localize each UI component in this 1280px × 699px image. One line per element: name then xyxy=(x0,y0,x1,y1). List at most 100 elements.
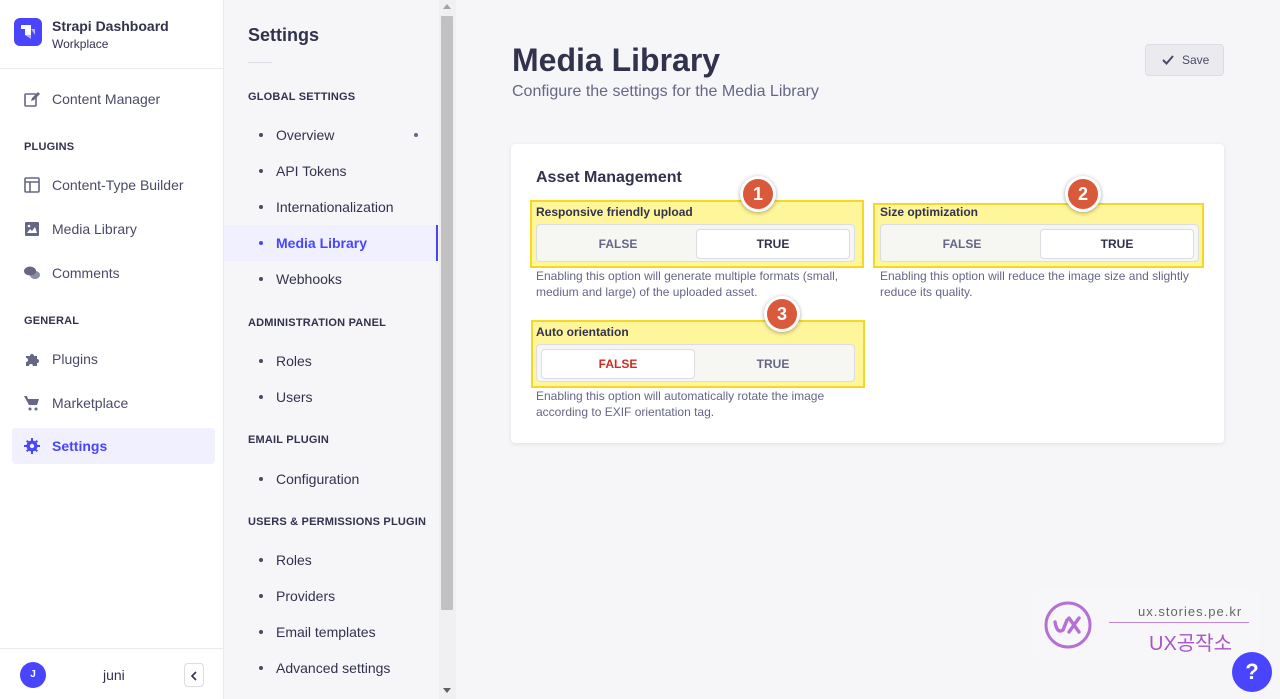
ux-logo-icon xyxy=(1043,600,1095,650)
nav-item-content-manager[interactable]: Content Manager xyxy=(12,81,215,117)
scroll-thumb[interactable] xyxy=(441,16,453,610)
section-users-permissions: USERS & PERMISSIONS PLUGIN xyxy=(248,516,427,528)
bullet-icon xyxy=(259,395,263,399)
settings-item-roles[interactable]: Roles xyxy=(224,343,438,379)
nav-item-plugins[interactable]: Plugins xyxy=(12,341,215,377)
bullet-icon xyxy=(259,241,263,245)
settings-item-api-tokens[interactable]: API Tokens xyxy=(224,153,438,189)
divider xyxy=(1109,622,1249,623)
settings-item-up-roles[interactable]: Roles xyxy=(224,542,438,578)
auto-orientation-label: Auto orientation xyxy=(536,325,629,339)
annotation-marker: 3 xyxy=(764,296,800,332)
responsive-upload-hint: Enabling this option will generate multi… xyxy=(536,269,839,299)
settings-item-webhooks[interactable]: Webhooks xyxy=(224,261,438,297)
settings-item-label: Providers xyxy=(276,588,336,604)
settings-item-label: Roles xyxy=(276,353,312,369)
nav-item-content-type-builder[interactable]: Content-Type Builder xyxy=(12,167,215,203)
gear-icon xyxy=(24,438,40,454)
layout-icon xyxy=(24,177,40,193)
brand-header: Strapi Dashboard Workplace xyxy=(0,0,223,69)
responsive-upload-false-option[interactable]: FALSE xyxy=(541,229,695,259)
brand-title: Strapi Dashboard xyxy=(52,18,169,34)
nav-label: Media Library xyxy=(52,221,137,237)
bullet-icon xyxy=(259,630,263,634)
puzzle-icon xyxy=(24,351,40,367)
responsive-upload-label: Responsive friendly upload xyxy=(536,205,693,219)
strapi-logo-icon xyxy=(14,18,42,46)
nav-item-marketplace[interactable]: Marketplace xyxy=(12,385,215,421)
scroll-up-icon[interactable] xyxy=(443,4,451,9)
settings-item-media-library[interactable]: Media Library xyxy=(224,225,438,261)
bullet-icon xyxy=(259,594,263,598)
notification-dot-icon xyxy=(414,133,418,137)
annotation-marker: 2 xyxy=(1065,176,1101,212)
nav-item-settings[interactable]: Settings xyxy=(12,428,215,464)
nav-label: Marketplace xyxy=(52,395,129,411)
nav-label: Content-Type Builder xyxy=(52,177,184,193)
nav-item-media-library[interactable]: Media Library xyxy=(12,211,215,247)
size-optimization-toggle[interactable]: FALSE TRUE xyxy=(880,224,1199,262)
settings-item-advanced-settings[interactable]: Advanced settings xyxy=(224,650,438,686)
settings-item-label: Configuration xyxy=(276,471,360,487)
settings-item-overview[interactable]: Overview xyxy=(224,117,438,153)
settings-item-configuration[interactable]: Configuration xyxy=(224,461,438,497)
nav-label: Settings xyxy=(52,438,108,454)
nav-label: Plugins xyxy=(52,351,98,367)
size-optimization-false-option[interactable]: FALSE xyxy=(885,229,1039,259)
settings-item-users[interactable]: Users xyxy=(224,379,438,415)
size-optimization-hint: Enabling this option will reduce the ima… xyxy=(880,269,1189,299)
auto-orientation-toggle[interactable]: FALSE TRUE xyxy=(536,344,855,382)
bullet-icon xyxy=(259,477,263,481)
settings-item-internationalization[interactable]: Internationalization xyxy=(224,189,438,225)
user-footer: J juni xyxy=(0,648,223,699)
auto-orientation-true-option[interactable]: TRUE xyxy=(696,349,850,379)
auto-orientation-hint: Enabling this option will automatically … xyxy=(536,389,825,419)
collapse-nav-button[interactable] xyxy=(184,663,204,687)
nav-label: Content Manager xyxy=(52,91,161,107)
check-icon xyxy=(1162,55,1174,65)
section-global-settings: GLOBAL SETTINGS xyxy=(248,91,356,103)
nav-item-comments[interactable]: Comments xyxy=(12,255,215,291)
auto-orientation-false-option[interactable]: FALSE xyxy=(541,349,695,379)
help-button[interactable]: ? xyxy=(1232,652,1272,692)
settings-item-label: Media Library xyxy=(276,235,368,251)
size-optimization-label: Size optimization xyxy=(880,205,979,219)
bullet-icon xyxy=(259,169,263,173)
scroll-down-icon[interactable] xyxy=(443,688,451,693)
username[interactable]: juni xyxy=(103,667,125,683)
cart-icon xyxy=(24,395,40,411)
nav-label: Comments xyxy=(52,265,120,281)
settings-item-label: Internationalization xyxy=(276,199,394,215)
image-icon xyxy=(24,221,40,237)
chevron-left-icon xyxy=(190,671,197,681)
section-administration-panel: ADMINISTRATION PANEL xyxy=(248,317,387,329)
annotation-marker: 1 xyxy=(740,176,776,212)
settings-item-providers[interactable]: Providers xyxy=(224,578,438,614)
settings-nav: Settings GLOBAL SETTINGS Overview API To… xyxy=(224,0,456,699)
bullet-icon xyxy=(259,277,263,281)
pencil-icon xyxy=(24,91,40,107)
watermark-name: UX공작소 xyxy=(1149,633,1232,655)
responsive-upload-toggle[interactable]: FALSE TRUE xyxy=(536,224,855,262)
bullet-icon xyxy=(259,359,263,363)
page-title: Media Library xyxy=(512,42,721,78)
bullet-icon xyxy=(259,666,263,670)
save-button[interactable]: Save xyxy=(1145,44,1224,76)
settings-item-label: Webhooks xyxy=(276,271,342,287)
responsive-upload-true-option[interactable]: TRUE xyxy=(696,229,850,259)
settings-item-email-templates[interactable]: Email templates xyxy=(224,614,438,650)
settings-item-label: Users xyxy=(276,389,313,405)
settings-nav-title: Settings xyxy=(248,25,320,45)
scrollbar[interactable] xyxy=(439,0,456,699)
nav-section-plugins: PLUGINS xyxy=(24,141,75,153)
brand-subtitle: Workplace xyxy=(52,37,109,51)
size-optimization-true-option[interactable]: TRUE xyxy=(1040,229,1194,259)
section-email-plugin: EMAIL PLUGIN xyxy=(248,434,330,446)
avatar[interactable]: J xyxy=(20,662,46,688)
divider xyxy=(248,62,272,63)
nav-section-general: GENERAL xyxy=(24,315,80,327)
page-subtitle: Configure the settings for the Media Lib… xyxy=(512,83,819,100)
save-button-label: Save xyxy=(1182,53,1210,67)
settings-item-label: Overview xyxy=(276,127,335,143)
watermark-url: ux.stories.pe.kr xyxy=(1138,604,1243,619)
